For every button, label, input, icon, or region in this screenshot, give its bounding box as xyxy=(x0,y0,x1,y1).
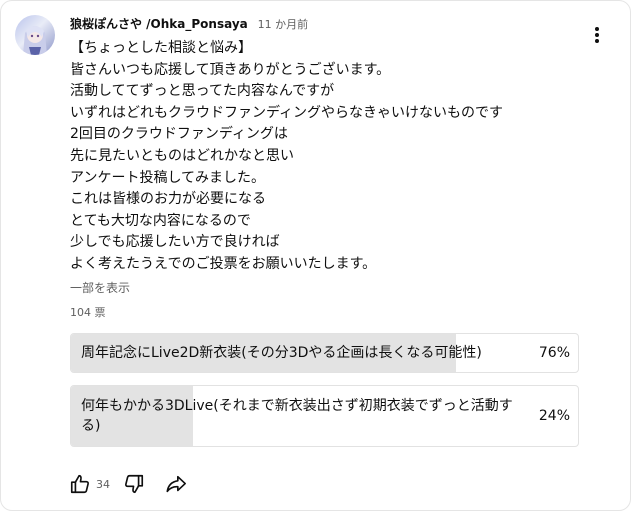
thumb-up-icon xyxy=(70,474,89,494)
poll-option-1-percent: 76% xyxy=(538,345,570,361)
post-header: 狼桜ぽんさや /Ohka_Ponsaya 11 か月前 xyxy=(70,15,308,32)
post-line: よく考えたうえでのご投票をお願いいたします。 xyxy=(70,255,377,272)
post-line: これは皆様のお力が必要になる xyxy=(70,191,266,208)
thumb-down-icon xyxy=(125,474,144,494)
share-icon xyxy=(166,475,186,493)
post-line: アンケート投稿してみました。 xyxy=(70,169,266,186)
poll-option-2[interactable]: 何年もかかる3DLive(それまで新衣装出さず初期衣装でずっと活動する) 24% xyxy=(70,385,579,447)
like-count: 34 xyxy=(96,477,110,491)
dislike-button[interactable] xyxy=(122,472,146,496)
post-line: 少しでも応援したい方で良ければ xyxy=(70,234,280,251)
show-less-link[interactable]: 一部を表示 xyxy=(70,279,130,296)
post-body: 【ちょっとした相談と悩み】 皆さんいつも応援して頂きありがとうございます。 活動… xyxy=(70,38,610,276)
post-line: とても大切な内容になるので xyxy=(70,212,251,229)
like-button[interactable] xyxy=(68,472,92,496)
post-line: 2回目のクラウドファンディングは xyxy=(70,126,288,143)
poll-option-2-percent: 24% xyxy=(538,408,570,424)
poll-option-1[interactable]: 周年記念にLive2D新衣装(その分3Dやる企画は長くなる可能性) 76% xyxy=(70,333,579,373)
vote-count: 104 票 xyxy=(70,306,106,319)
author-name[interactable]: 狼桜ぽんさや /Ohka_Ponsaya xyxy=(70,17,248,31)
community-post-card: 狼桜ぽんさや /Ohka_Ponsaya 11 か月前 【ちょっとした相談と悩み… xyxy=(0,0,631,511)
poll-option-1-text: 周年記念にLive2D新衣装(その分3Dやる企画は長くなる可能性) xyxy=(81,345,482,361)
post-line: 【ちょっとした相談と悩み】 xyxy=(70,40,252,56)
post-line: 先に見たいとものはどれかなと思い xyxy=(70,147,294,164)
share-button[interactable] xyxy=(164,472,188,496)
action-bar: 34 xyxy=(68,471,188,497)
poll-option-2-text: 何年もかかる3DLive(それまで新衣装出さず初期衣装でずっと活動する) xyxy=(81,398,513,434)
post-time[interactable]: 11 か月前 xyxy=(258,18,309,31)
post-line: 皆さんいつも応援して頂きありがとうございます。 xyxy=(70,61,391,78)
post-line: いずれはどれもクラウドファンディングやらなきゃいけないものです xyxy=(70,104,504,121)
avatar[interactable] xyxy=(15,15,55,55)
post-line: 活動しててずっと思ってた内容なんですが xyxy=(70,83,335,100)
